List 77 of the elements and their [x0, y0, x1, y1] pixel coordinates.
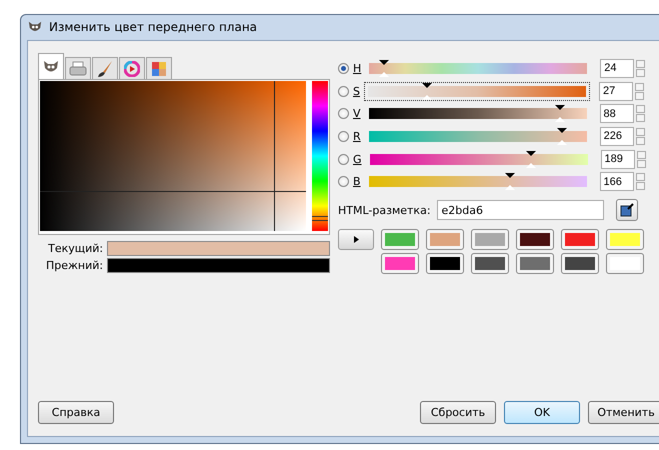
animal-head-icon [42, 58, 60, 74]
radio-button[interactable] [338, 86, 349, 97]
spin-down-button[interactable] [634, 92, 644, 100]
spin-up-button[interactable] [636, 60, 646, 68]
dialog-button[interactable]: Справка [38, 401, 114, 424]
dialog-button[interactable]: OK [504, 401, 580, 424]
spin-up-button[interactable] [636, 105, 645, 114]
number-field[interactable]: 166 [600, 172, 634, 192]
dialog-button[interactable]: Отменить [588, 401, 659, 424]
channel-slider[interactable] [368, 130, 587, 142]
selector-tab[interactable] [92, 57, 118, 79]
number-field[interactable]: 88 [600, 104, 634, 124]
color-swatch[interactable] [471, 229, 509, 250]
selector-tab[interactable] [38, 53, 64, 79]
slider-thumb[interactable] [555, 105, 566, 122]
preview-label: Прежний: [45, 259, 104, 272]
channel-label: H [353, 62, 362, 75]
radio-button[interactable] [338, 62, 349, 74]
eyedropper-icon [620, 203, 634, 218]
radio-button[interactable] [338, 176, 349, 188]
printer-icon [69, 60, 87, 76]
channel-slider[interactable] [368, 108, 587, 120]
radio-button[interactable] [338, 108, 349, 120]
slider-thumb[interactable] [556, 128, 567, 145]
html-label: HTML-разметка: [338, 204, 431, 217]
channel-slider[interactable] [368, 86, 586, 97]
number-field[interactable]: 226 [600, 126, 634, 146]
channel-slider[interactable] [368, 176, 587, 188]
color-swatch[interactable] [471, 253, 509, 274]
color-plane[interactable] [40, 81, 306, 231]
spin-up-button[interactable] [634, 82, 644, 91]
slider-thumb[interactable] [526, 150, 536, 168]
color-swatch[interactable] [426, 253, 464, 274]
spin-down-button[interactable] [636, 68, 646, 77]
hex-field[interactable]: e2bda6 [436, 200, 604, 220]
spin-down-button[interactable] [636, 114, 645, 122]
window-title: Изменить цвет переднего плана [49, 20, 258, 34]
slider-thumb[interactable] [505, 173, 516, 190]
channel-label: G [353, 152, 362, 166]
spin-down-button[interactable] [636, 160, 646, 168]
paintbrush-icon [96, 60, 114, 78]
spin-down-button[interactable] [636, 136, 645, 145]
color-swatch[interactable] [516, 253, 554, 274]
color-swatch[interactable] [606, 229, 644, 250]
color-swatch[interactable] [561, 253, 599, 274]
channel-label: B [353, 175, 361, 188]
color-swatch[interactable] [381, 253, 419, 274]
palette-grid-icon [151, 60, 167, 76]
spin-up-button[interactable] [636, 150, 646, 159]
dialog-button[interactable]: Сбросить [420, 401, 496, 424]
slider-thumb[interactable] [378, 60, 389, 77]
color-swatch[interactable] [516, 229, 554, 250]
triangle-icon [354, 236, 358, 244]
number-field[interactable]: 27 [598, 82, 633, 101]
preview-label: Текущий: [47, 242, 104, 255]
channel-slider[interactable] [370, 154, 588, 165]
spin-down-button[interactable] [636, 182, 645, 190]
channel-slider[interactable] [369, 62, 588, 74]
channel-label: R [353, 130, 361, 143]
channel-label: V [353, 107, 361, 120]
spin-up-button[interactable] [636, 128, 645, 136]
spin-up-button[interactable] [636, 173, 645, 182]
color-wheel-icon [124, 60, 140, 76]
slider-thumb[interactable] [422, 82, 432, 100]
hue-strip[interactable] [312, 81, 328, 231]
color-swatch[interactable] [561, 229, 599, 250]
color-swatch[interactable] [606, 253, 644, 274]
color-swatch[interactable] [381, 229, 419, 250]
history-button[interactable] [338, 229, 374, 250]
channel-label: S [353, 84, 360, 98]
number-field[interactable]: 189 [600, 150, 635, 169]
radio-button[interactable] [338, 130, 349, 142]
radio-button[interactable] [338, 154, 349, 165]
eyedropper-button[interactable] [616, 199, 638, 222]
number-field[interactable]: 24 [600, 58, 634, 78]
color-swatch[interactable] [426, 229, 464, 250]
animal-head-icon [27, 20, 43, 34]
